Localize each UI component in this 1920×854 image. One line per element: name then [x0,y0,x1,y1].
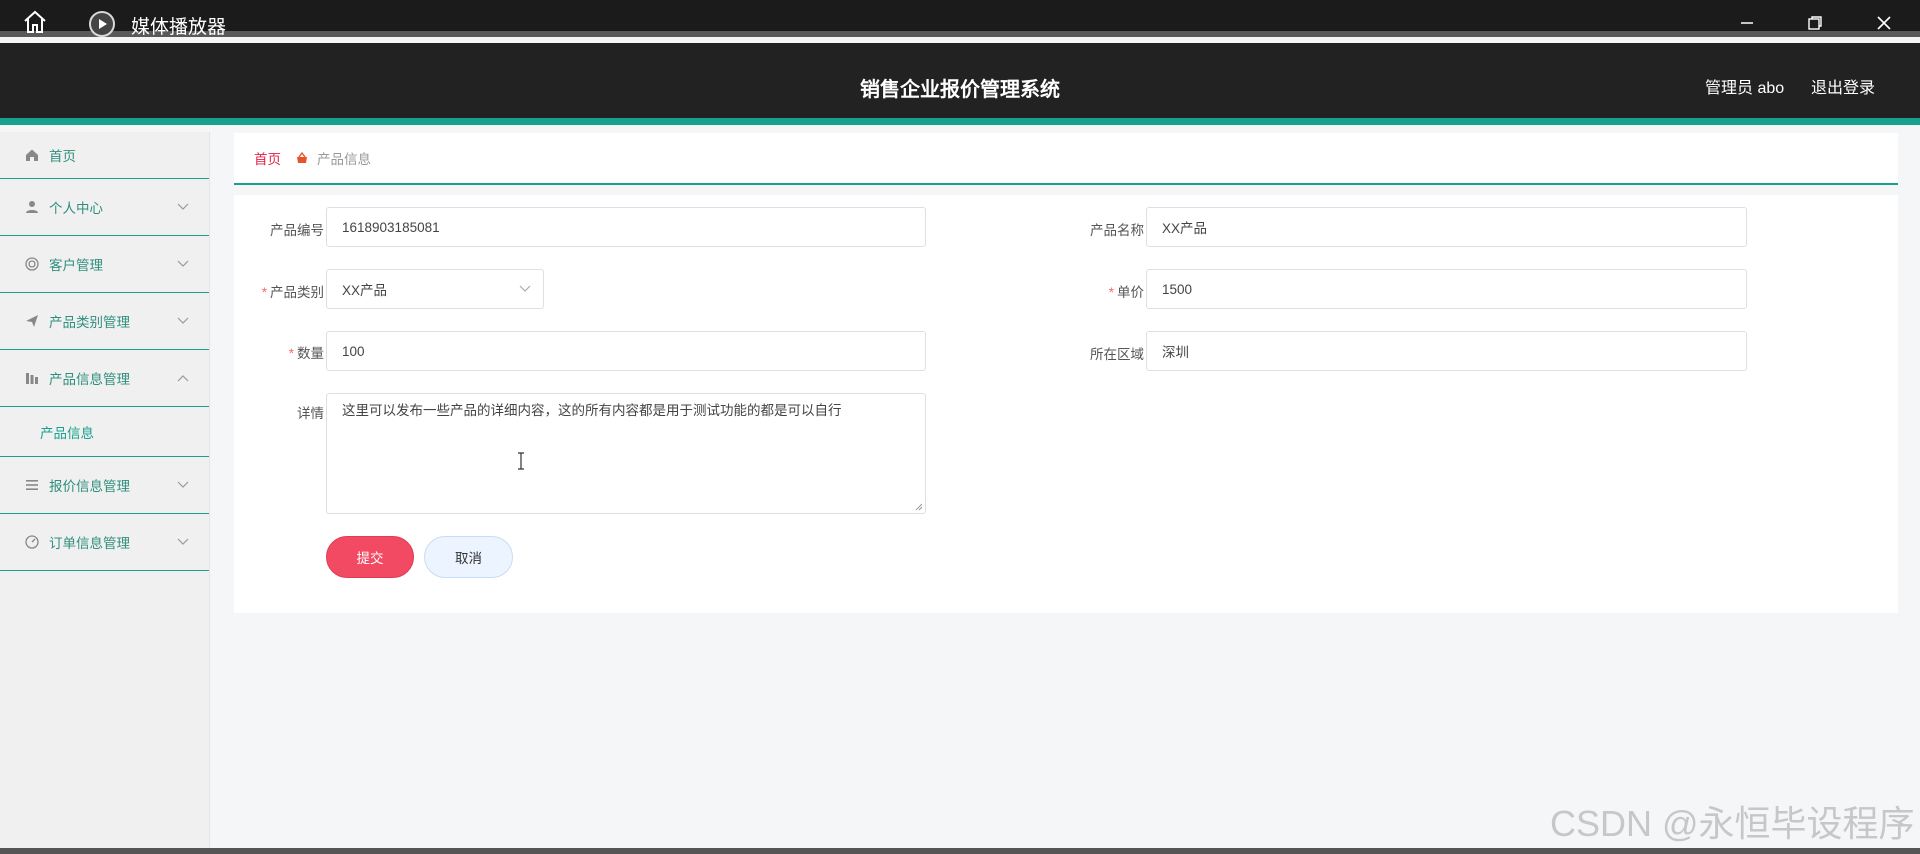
system-title: 销售企业报价管理系统 [860,79,1060,101]
watermark: CSDN @永恒毕设程序 [1550,803,1915,844]
product-name-input[interactable]: XX产品 [1146,207,1747,247]
region-input[interactable]: 深圳 [1146,331,1747,371]
window-title-bar: 媒体播放器 [0,0,1920,38]
sidebar-item-personal-center[interactable]: 个人中心 [0,179,209,236]
logout-button[interactable]: 退出登录 [1811,74,1875,98]
close-icon[interactable] [1871,10,1897,36]
user-icon [24,199,40,215]
sidebar-item-label: 首页 [49,149,76,164]
chevron-down-icon [177,203,189,210]
chevron-down-icon [177,538,189,545]
home-icon [24,147,40,163]
gauge-icon [24,534,40,550]
user-label: 管理员 abo [1705,80,1785,97]
details-label: 详情 [297,406,324,421]
sidebar-item-product-info-management[interactable]: 产品信息管理 [0,350,209,407]
breadcrumb-current: 产品信息 [317,152,371,167]
product-name-label: 产品名称 [1090,223,1144,238]
basket-icon [295,151,309,165]
app-title: 媒体播放器 [131,17,227,38]
chevron-down-icon [177,260,189,267]
home-icon[interactable] [22,9,48,35]
chevron-up-icon [177,375,189,382]
product-form: 产品编号 1618903185081 产品名称 XX产品 * 产品类别 XX产品 … [234,195,1898,613]
breadcrumb: 首页 产品信息 [234,133,1898,185]
maximize-icon[interactable] [1802,10,1828,36]
chevron-down-icon [519,285,531,292]
sidebar-item-label: 产品类别管理 [49,315,130,330]
sidebar-subitem-product-info[interactable]: 产品信息 [0,407,209,457]
sidebar: 首页 个人中心 客户管理 产品类别管理 产品信息管理 产品信息 报价信息管理 订… [0,132,210,848]
sidebar-item-label: 订单信息管理 [49,536,130,551]
product-category-label: * 产品类别 [261,285,324,300]
sidebar-item-label: 个人中心 [49,201,103,216]
sidebar-item-order-management[interactable]: 订单信息管理 [0,514,209,571]
chevron-down-icon [177,317,189,324]
product-code-label: 产品编号 [270,223,324,238]
sidebar-subitem-label: 产品信息 [40,425,94,441]
cancel-button[interactable]: 取消 [424,536,513,578]
sidebar-item-label: 客户管理 [49,258,103,273]
unit-price-label: * 单价 [1108,285,1144,300]
bottom-strip [0,848,1920,854]
quantity-label: * 数量 [288,346,324,361]
submit-button[interactable]: 提交 [326,536,414,578]
breadcrumb-home-link[interactable]: 首页 [254,148,281,168]
send-icon [24,313,40,329]
minimize-icon[interactable] [1734,10,1760,36]
region-label: 所在区域 [1090,347,1144,362]
chevron-down-icon [177,481,189,488]
quantity-input[interactable]: 100 [326,331,926,371]
sidebar-item-label: 产品信息管理 [49,372,130,387]
sidebar-item-quote-management[interactable]: 报价信息管理 [0,457,209,514]
play-icon [89,11,115,37]
details-textarea[interactable]: 这里可以发布一些产品的详细内容，这的所有内容都是用于测试功能的都是可以自行 [326,393,926,514]
sidebar-item-label: 报价信息管理 [49,479,130,494]
customer-icon [24,256,40,272]
resize-grip-icon[interactable] [914,502,923,511]
unit-price-input[interactable]: 1500 [1146,269,1747,309]
app-header: 销售企业报价管理系统 管理员 abo 退出登录 [0,43,1920,125]
text-cursor-icon [518,452,524,470]
sidebar-item-home[interactable]: 首页 [0,132,209,179]
sidebar-item-product-category-management[interactable]: 产品类别管理 [0,293,209,350]
product-code-input[interactable]: 1618903185081 [326,207,926,247]
sidebar-item-customer-management[interactable]: 客户管理 [0,236,209,293]
list-icon [24,477,40,493]
product-category-select[interactable]: XX产品 [326,269,544,309]
chart-icon [24,370,40,386]
